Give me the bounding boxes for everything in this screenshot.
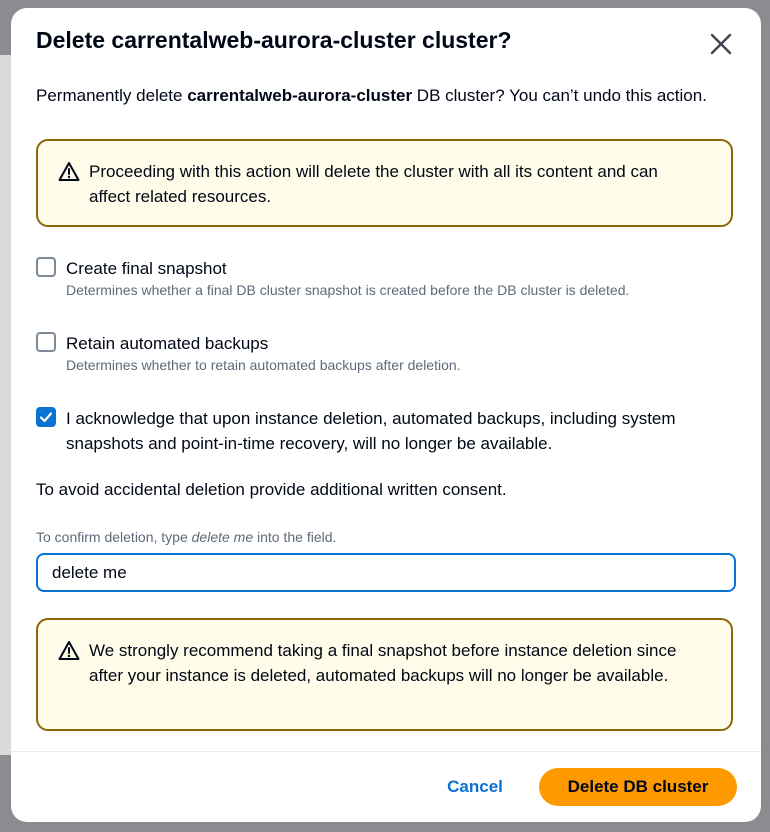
confirm-deletion-input[interactable]: [36, 553, 736, 592]
option-description: Determines whether a final DB cluster sn…: [66, 282, 630, 298]
footer-divider: [11, 751, 761, 752]
delete-db-cluster-button[interactable]: Delete DB cluster: [539, 768, 737, 806]
cancel-button[interactable]: Cancel: [431, 768, 519, 806]
option-label: Create final snapshot: [66, 259, 227, 278]
dialog-intro: Permanently delete carrentalweb-aurora-c…: [36, 86, 707, 106]
dialog-header: Delete carrentalweb-aurora-cluster clust…: [11, 8, 761, 78]
field-label-suffix: into the field.: [253, 529, 337, 545]
close-button[interactable]: [703, 26, 739, 62]
option-label: I acknowledge that upon instance deletio…: [66, 409, 676, 453]
option-acknowledge[interactable]: I acknowledge that upon instance deletio…: [36, 407, 726, 457]
intro-suffix: DB cluster? You can’t undo this action.: [412, 86, 707, 105]
field-label-phrase: delete me: [191, 529, 254, 545]
checkbox-acknowledge[interactable]: [36, 407, 56, 427]
warning-icon: [58, 641, 80, 660]
close-icon: [710, 33, 732, 55]
intro-prefix: Permanently delete: [36, 86, 188, 105]
checkmark-icon: [39, 412, 53, 423]
consent-text: To avoid accidental deletion provide add…: [36, 480, 507, 499]
alert-text: Proceeding with this action will delete …: [89, 162, 658, 206]
warning-alert-snapshot: We strongly recommend taking a final sna…: [36, 618, 733, 731]
delete-cluster-dialog: Delete carrentalweb-aurora-cluster clust…: [11, 8, 761, 822]
field-label-prefix: To confirm deletion, type: [36, 529, 192, 545]
dialog-title: Delete carrentalweb-aurora-cluster clust…: [36, 27, 512, 53]
warning-alert-delete: Proceeding with this action will delete …: [36, 139, 733, 227]
background-strip: [0, 55, 11, 755]
option-create-final-snapshot[interactable]: Create final snapshot Determines whether…: [36, 257, 726, 302]
option-label: Retain automated backups: [66, 334, 269, 353]
option-description: Determines whether to retain automated b…: [66, 357, 461, 373]
option-retain-automated-backups[interactable]: Retain automated backups Determines whet…: [36, 332, 726, 377]
warning-icon: [58, 162, 80, 181]
alert-text: We strongly recommend taking a final sna…: [89, 641, 677, 685]
checkbox-retain-automated-backups[interactable]: [36, 332, 56, 352]
checkbox-create-final-snapshot[interactable]: [36, 257, 56, 277]
cluster-name: carrentalweb-aurora-cluster: [187, 86, 413, 105]
confirm-field-label: To confirm deletion, type delete me into…: [36, 529, 336, 545]
